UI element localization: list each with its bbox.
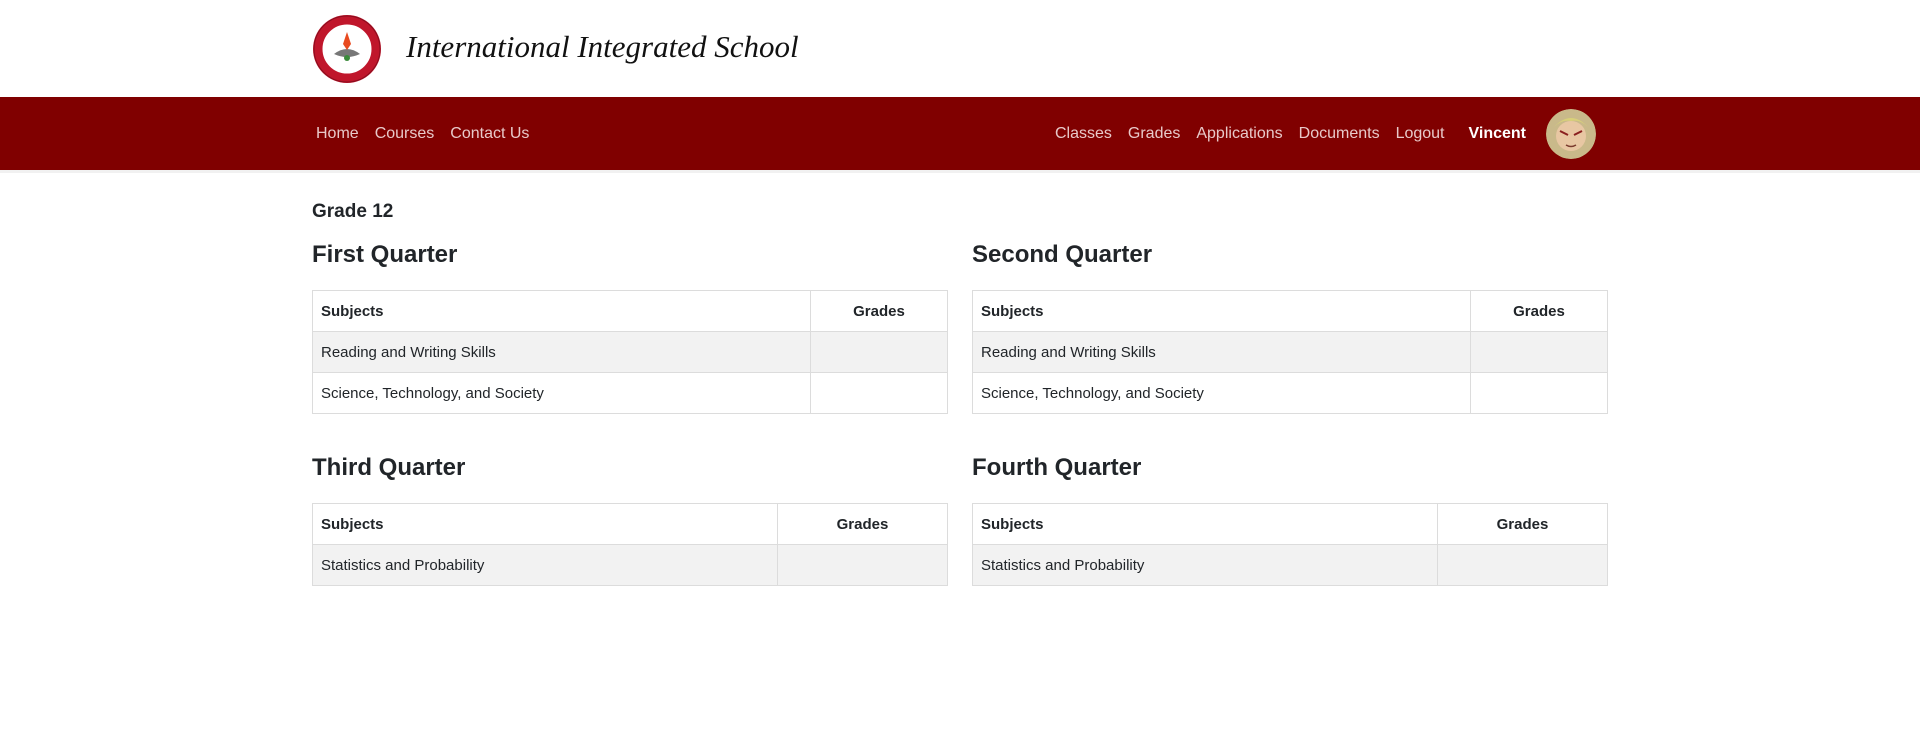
nav-courses[interactable]: Courses <box>375 125 435 143</box>
grades-table: Subjects Grades Reading and Writing Skil… <box>312 290 948 414</box>
nav-logout[interactable]: Logout <box>1396 125 1445 143</box>
subject-cell: Science, Technology, and Society <box>312 372 811 414</box>
subject-cell: Science, Technology, and Society <box>972 372 1471 414</box>
subjects-header: Subjects <box>972 290 1471 332</box>
table-header-row: Subjects Grades <box>972 503 1608 545</box>
subjects-header: Subjects <box>312 503 778 545</box>
quarter-fourth: Fourth Quarter Subjects Grades Statistic… <box>972 454 1608 586</box>
brand-bar: International Integrated School <box>0 0 1920 97</box>
avatar[interactable] <box>1546 108 1596 159</box>
brand: International Integrated School <box>312 0 1608 97</box>
navbar: Home Courses Contact Us Classes Grades A… <box>0 97 1920 173</box>
table-header-row: Subjects Grades <box>972 290 1608 332</box>
main-content: Grade 12 First Quarter Subjects Grades R… <box>312 201 1608 626</box>
subject-cell: Reading and Writing Skills <box>972 331 1471 373</box>
grades-header: Grades <box>810 290 948 332</box>
grade-cell <box>810 372 948 414</box>
grade-cell <box>1470 372 1608 414</box>
nav-grades[interactable]: Grades <box>1128 125 1180 143</box>
school-seal-icon[interactable] <box>312 14 382 84</box>
grades-header: Grades <box>777 503 948 545</box>
school-name[interactable]: International Integrated School <box>406 29 799 65</box>
subjects-header: Subjects <box>312 290 811 332</box>
quarter-title: Fourth Quarter <box>972 454 1142 481</box>
table-header-row: Subjects Grades <box>312 503 948 545</box>
quarter-second: Second Quarter Subjects Grades Reading a… <box>972 241 1608 414</box>
username[interactable]: Vincent <box>1469 125 1527 143</box>
grades-table: Subjects Grades Statistics and Probabili… <box>312 503 948 586</box>
quarters-grid: First Quarter Subjects Grades Reading an… <box>312 241 1608 626</box>
grades-table: Subjects Grades Reading and Writing Skil… <box>972 290 1608 414</box>
grades-table: Subjects Grades Statistics and Probabili… <box>972 503 1608 586</box>
quarter-first: First Quarter Subjects Grades Reading an… <box>312 241 948 414</box>
subject-cell: Statistics and Probability <box>972 544 1438 586</box>
quarter-third: Third Quarter Subjects Grades Statistics… <box>312 454 948 586</box>
nav-left: Home Courses Contact Us <box>312 125 545 143</box>
table-row: Science, Technology, and Society <box>312 372 948 414</box>
grade-cell <box>1437 544 1608 586</box>
subject-cell: Reading and Writing Skills <box>312 331 811 373</box>
nav-classes[interactable]: Classes <box>1055 125 1112 143</box>
nav-home[interactable]: Home <box>316 125 359 143</box>
grade-cell <box>777 544 948 586</box>
table-row: Science, Technology, and Society <box>972 372 1608 414</box>
grades-header: Grades <box>1437 503 1608 545</box>
subjects-header: Subjects <box>972 503 1438 545</box>
grade-cell <box>810 331 948 373</box>
nav-documents[interactable]: Documents <box>1299 125 1380 143</box>
table-row: Reading and Writing Skills <box>972 331 1608 373</box>
subject-cell: Statistics and Probability <box>312 544 778 586</box>
table-row: Statistics and Probability <box>972 544 1608 586</box>
nav-contact-us[interactable]: Contact Us <box>450 125 529 143</box>
nav-applications[interactable]: Applications <box>1196 125 1282 143</box>
table-row: Reading and Writing Skills <box>312 331 948 373</box>
nav-right: Classes Grades Applications Documents Lo… <box>1055 108 1608 159</box>
grades-header: Grades <box>1470 290 1608 332</box>
table-header-row: Subjects Grades <box>312 290 948 332</box>
grade-cell <box>1470 331 1608 373</box>
quarter-title: Third Quarter <box>312 454 466 481</box>
quarter-title: First Quarter <box>312 241 458 268</box>
table-row: Statistics and Probability <box>312 544 948 586</box>
quarter-title: Second Quarter <box>972 241 1153 268</box>
page-title: Grade 12 <box>312 201 394 222</box>
